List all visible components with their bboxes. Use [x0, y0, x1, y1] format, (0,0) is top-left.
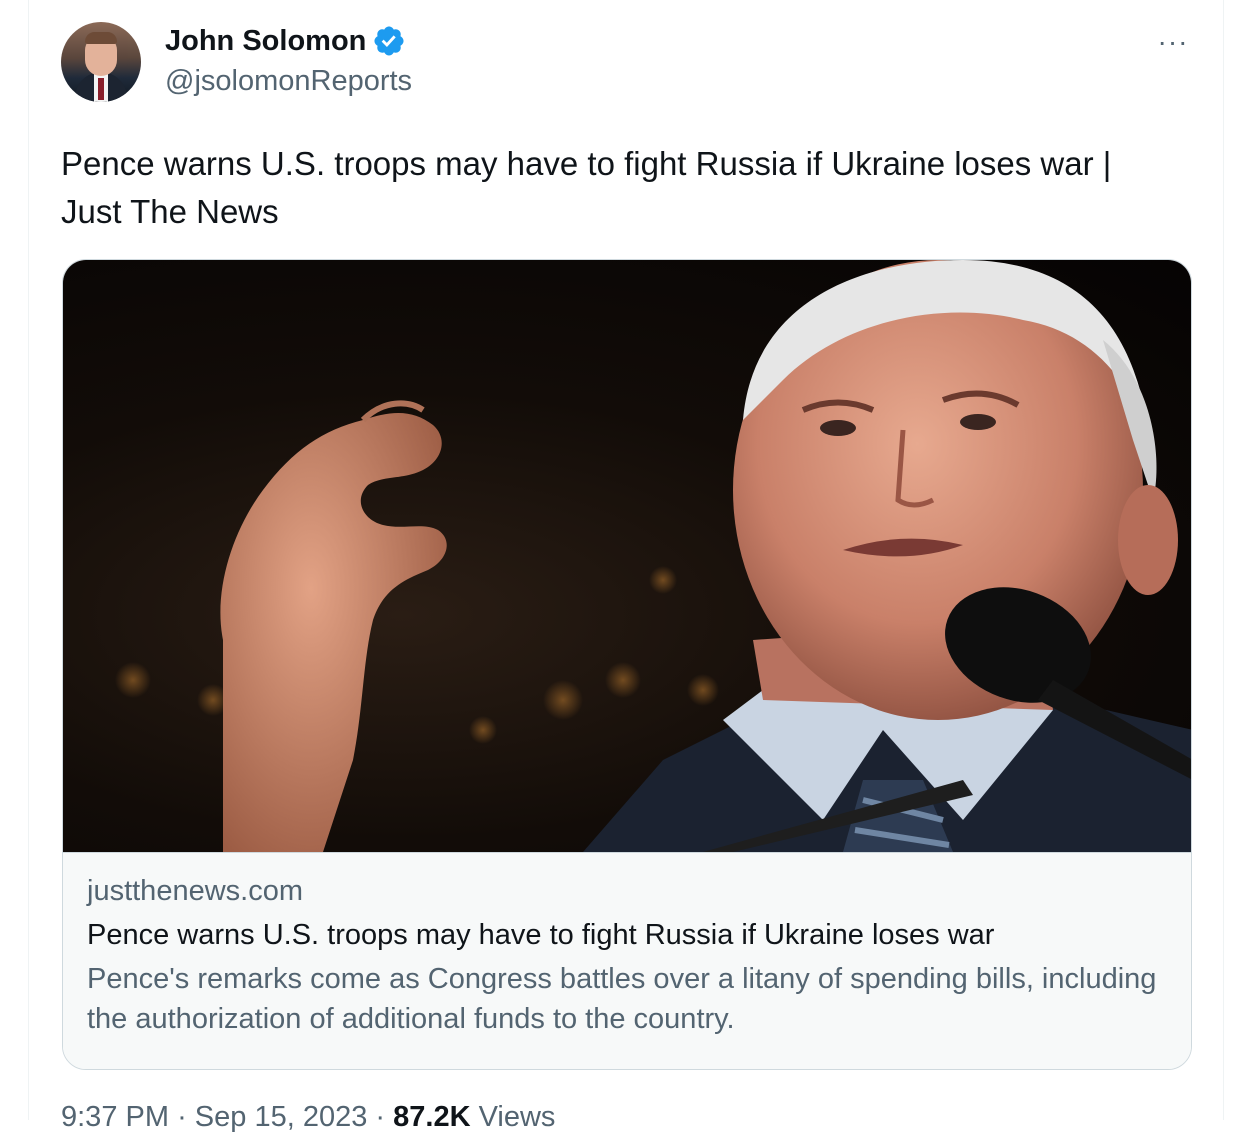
link-card[interactable]: justthenews.com Pence warns U.S. troops …	[62, 259, 1192, 1070]
link-card-description: Pence's remarks come as Congress battles…	[87, 963, 1157, 1035]
speaker-photo	[115, 260, 1191, 852]
views-count[interactable]: 87.2K	[393, 1101, 470, 1133]
author-display-name[interactable]: John Solomon	[165, 24, 366, 58]
tweet-time[interactable]: 9:37 PM	[61, 1101, 169, 1133]
tweet-container: John Solomon @jsolomonReports ··· Pence …	[28, 0, 1224, 1133]
author-handle[interactable]: @jsolomonReports	[165, 64, 412, 98]
author-avatar[interactable]	[61, 22, 141, 102]
link-card-meta[interactable]: justthenews.com Pence warns U.S. troops …	[63, 852, 1191, 1069]
link-card-domain: justthenews.com	[87, 875, 303, 907]
more-options-icon[interactable]: ···	[1153, 26, 1193, 58]
author-name-row: John Solomon	[165, 24, 406, 58]
footer-separator-2: ·	[375, 1101, 386, 1133]
views-label: Views	[478, 1101, 556, 1133]
tweet-footer: 9:37 PM · Sep 15, 2023 · 87.2K Views	[61, 1100, 555, 1134]
link-card-image[interactable]	[63, 260, 1191, 852]
footer-separator: ·	[177, 1101, 187, 1133]
tweet-date[interactable]: Sep 15, 2023	[195, 1101, 368, 1133]
tweet-text: Pence warns U.S. troops may have to figh…	[61, 145, 1112, 230]
verified-badge-icon[interactable]	[372, 24, 406, 58]
link-card-title: Pence warns U.S. troops may have to figh…	[87, 919, 995, 951]
